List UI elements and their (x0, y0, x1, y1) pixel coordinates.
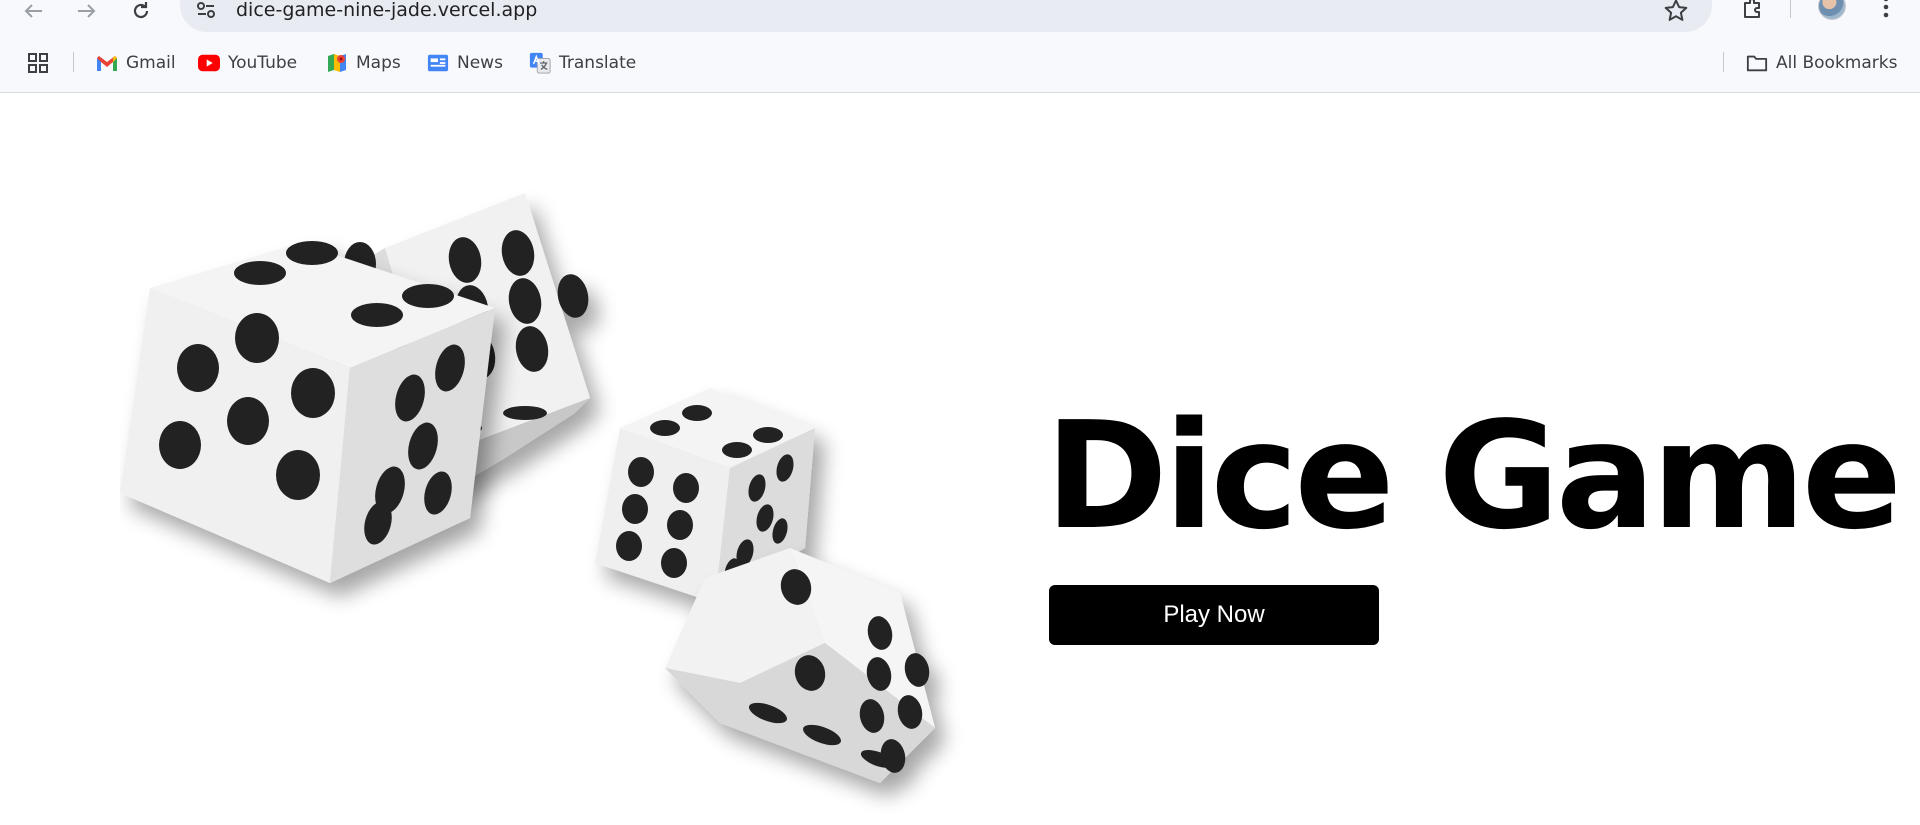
toolbar-divider (1790, 0, 1791, 18)
bookmarks-bar: Gmail YouTube Maps News Translate All Bo… (0, 44, 1920, 80)
apps-grid-icon[interactable] (26, 51, 50, 75)
address-bar[interactable]: dice-game-nine-jade.vercel.app (180, 0, 1712, 32)
arrow-back-icon[interactable] (16, 0, 52, 22)
browser-toolbar: dice-game-nine-jade.vercel.app (0, 0, 1920, 34)
bookmark-youtube[interactable]: YouTube (198, 50, 297, 76)
all-bookmarks-button[interactable]: All Bookmarks (1746, 50, 1897, 76)
dice-illustration (120, 193, 935, 783)
star-icon[interactable] (1662, 0, 1690, 22)
bookmark-translate[interactable]: Translate (529, 50, 636, 76)
youtube-icon (198, 52, 220, 74)
page-title: Dice Game (1045, 390, 1902, 562)
browser-chrome: dice-game-nine-jade.vercel.app Gmail You… (0, 0, 1920, 93)
bookmark-news[interactable]: News (427, 50, 503, 76)
all-bookmarks-label: All Bookmarks (1776, 53, 1898, 73)
page-content: Dice Game Play Now (0, 93, 1920, 825)
news-icon (427, 52, 449, 74)
arrow-forward-icon[interactable] (68, 0, 104, 22)
kebab-menu-icon[interactable] (1876, 0, 1896, 20)
translate-icon (529, 52, 551, 74)
bookmark-label: YouTube (228, 53, 298, 73)
puzzle-icon[interactable] (1738, 0, 1768, 22)
bookmark-maps[interactable]: Maps (326, 50, 401, 76)
avatar[interactable] (1818, 0, 1846, 20)
bookmark-gmail[interactable]: Gmail (96, 50, 176, 76)
tune-icon[interactable] (194, 0, 218, 22)
bookmark-label: Translate (559, 53, 637, 73)
bookmarks-divider (1723, 52, 1724, 72)
bookmark-label: Gmail (126, 53, 176, 73)
die-bottom (665, 548, 935, 783)
bookmark-label: Maps (356, 53, 401, 73)
folder-icon (1746, 52, 1768, 74)
maps-icon (326, 52, 348, 74)
reload-icon[interactable] (123, 0, 159, 22)
play-now-button[interactable]: Play Now (1049, 585, 1379, 645)
bookmark-label: News (457, 53, 503, 73)
url-text[interactable]: dice-game-nine-jade.vercel.app (236, 0, 537, 20)
bookmarks-divider (73, 52, 74, 72)
gmail-icon (96, 52, 118, 74)
die-large (120, 241, 495, 583)
